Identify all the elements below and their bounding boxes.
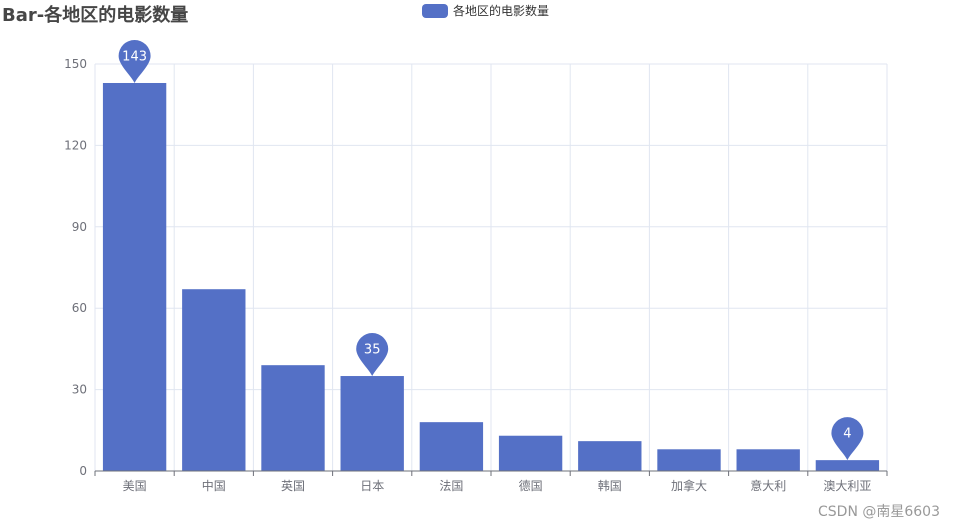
x-tick-label: 美国 — [123, 479, 147, 493]
bar[interactable] — [815, 460, 880, 471]
bar[interactable] — [736, 449, 800, 471]
bar-chart: 0 30 60 90 120 150 美国 中国 英国 日本 法国 德国 韩国 加拿大 意大利 澳大利亚 143… — [64, 39, 888, 493]
x-tick-label: 法国 — [439, 479, 463, 493]
x-tick-label: 澳大利亚 — [823, 479, 871, 493]
x-tick-label: 德国 — [519, 478, 543, 493]
bar[interactable] — [578, 441, 642, 471]
mark-point-label: 143 — [122, 49, 147, 64]
bar[interactable] — [261, 365, 325, 471]
y-tick-label: 30 — [72, 383, 87, 397]
y-tick-label: 120 — [64, 138, 87, 152]
watermark: CSDN @南星6603 — [818, 504, 940, 520]
x-tick-label: 加拿大 — [671, 478, 707, 493]
x-tick-label: 日本 — [360, 479, 384, 493]
mark-point-label: 4 — [843, 427, 851, 442]
x-tick-label: 英国 — [281, 479, 305, 493]
x-tick-label: 韩国 — [598, 478, 622, 493]
mark-point-label: 35 — [364, 343, 381, 358]
y-tick-label: 90 — [72, 220, 87, 234]
y-tick-label: 0 — [79, 464, 87, 478]
bar[interactable] — [102, 82, 167, 471]
x-tick-label: 意大利 — [750, 478, 786, 493]
x-tick-label: 中国 — [202, 478, 226, 493]
bar[interactable] — [419, 422, 484, 471]
bar[interactable] — [657, 449, 721, 471]
bar[interactable] — [182, 289, 246, 471]
y-tick-label: 60 — [72, 301, 87, 315]
bar[interactable] — [498, 435, 563, 471]
y-tick-label: 150 — [64, 57, 87, 71]
bar[interactable] — [340, 376, 404, 471]
